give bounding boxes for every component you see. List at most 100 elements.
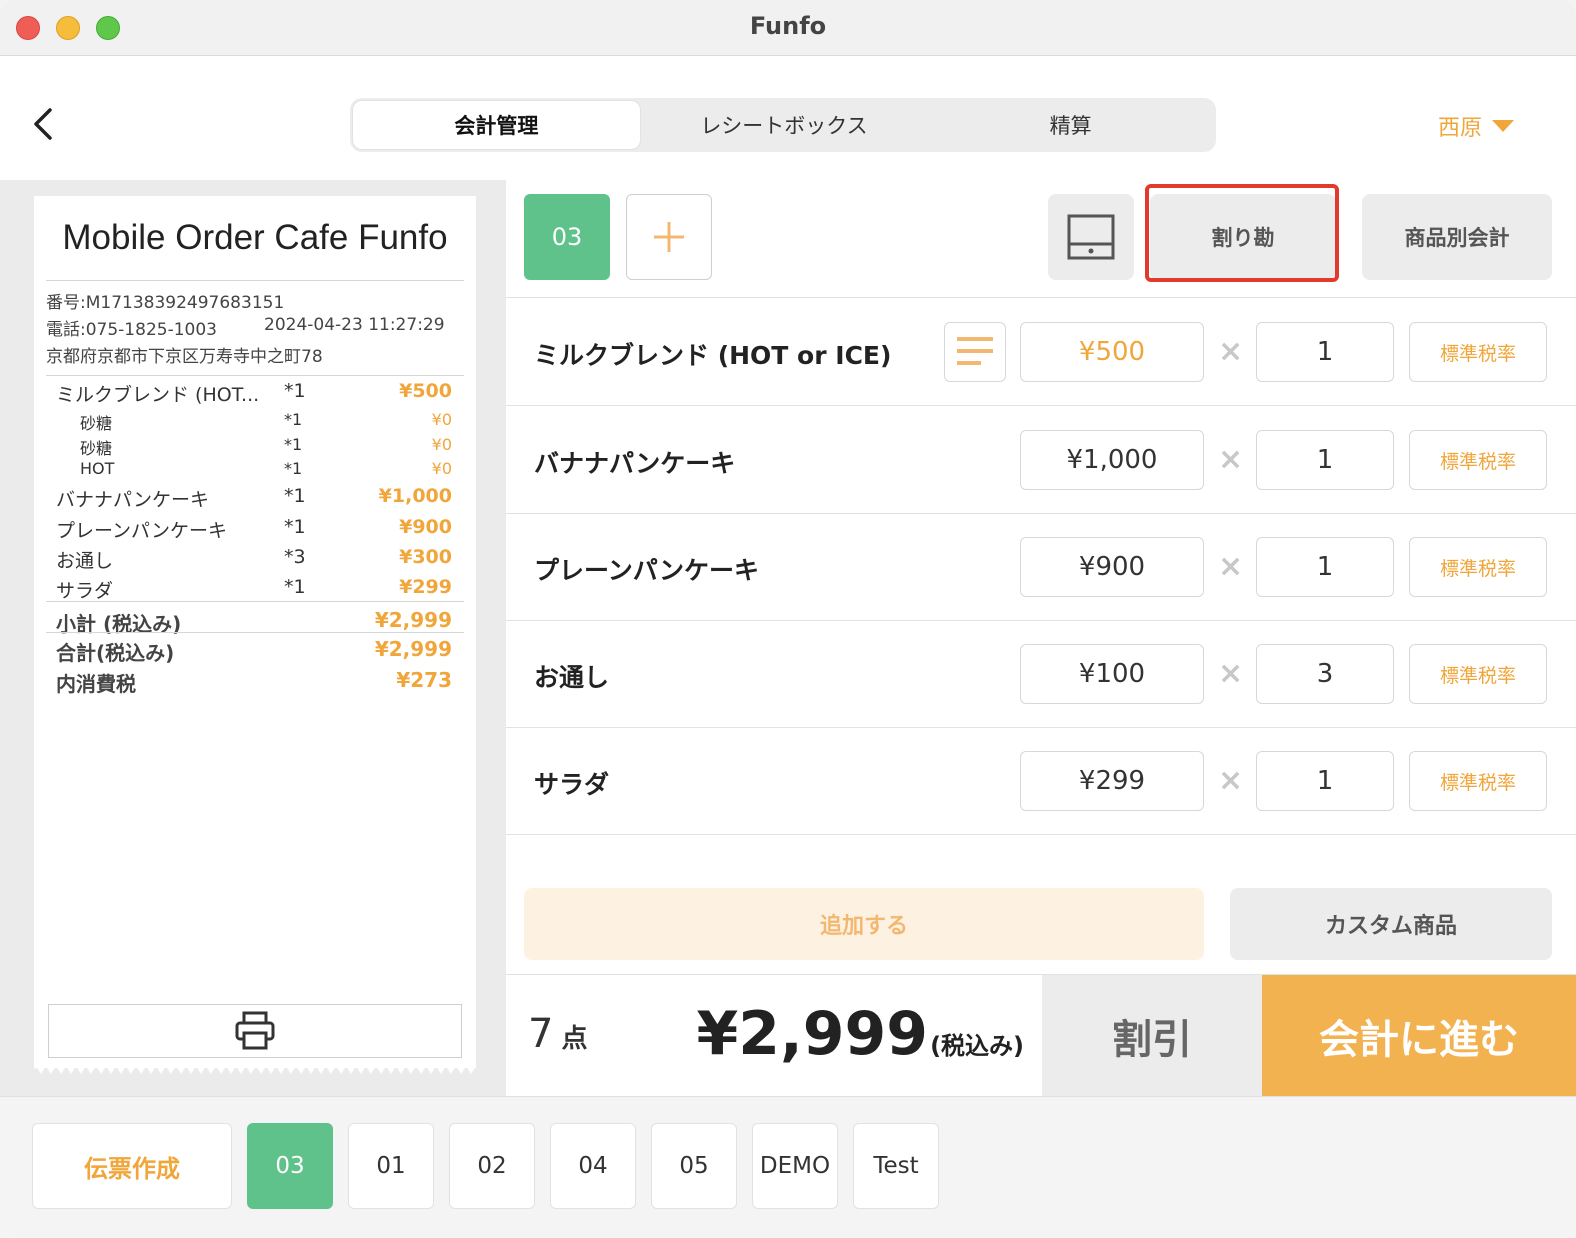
tab-receipt-box[interactable]: レシートボックス bbox=[641, 100, 928, 150]
multiply-icon: × bbox=[1218, 656, 1244, 691]
chevron-left-icon bbox=[34, 108, 52, 140]
receipt-item-name: 砂糖 bbox=[80, 439, 113, 458]
receipt-item: プレーンパンケーキ *1 ¥900 bbox=[56, 516, 452, 544]
tax-value: ¥273 bbox=[396, 668, 452, 692]
receipt-subitem: HOT *1 ¥0 bbox=[56, 459, 452, 487]
highlight-box bbox=[1145, 184, 1339, 282]
checkout-button[interactable]: 会計に進む bbox=[1262, 975, 1576, 1097]
tax-rate-button[interactable]: 標準税率 bbox=[1409, 322, 1547, 382]
memo-button[interactable] bbox=[944, 322, 1006, 382]
item-count-unit: 点 bbox=[561, 1024, 588, 1054]
receipt-item-price: ¥300 bbox=[399, 546, 452, 568]
back-button[interactable] bbox=[28, 104, 58, 144]
quantity-field[interactable]: 1 bbox=[1256, 751, 1394, 811]
tax-rate-button[interactable]: 標準税率 bbox=[1409, 430, 1547, 490]
multiply-icon: × bbox=[1218, 442, 1244, 477]
receipt-number: 番号:M17138392497683151 bbox=[46, 293, 285, 313]
add-tab-button[interactable] bbox=[626, 194, 712, 280]
quantity-field[interactable]: 1 bbox=[1256, 537, 1394, 597]
slip-tab-04[interactable]: 04 bbox=[550, 1123, 636, 1209]
quantity-field[interactable]: 1 bbox=[1256, 322, 1394, 382]
receipt-item-price: ¥1,000 bbox=[378, 485, 452, 507]
receipt-item-name: 砂糖 bbox=[80, 414, 113, 433]
new-slip-button[interactable]: 伝票作成 bbox=[32, 1123, 232, 1209]
receipt-subitem: 砂糖 *1 ¥0 bbox=[56, 410, 452, 438]
slip-tabs-bar: 伝票作成 03 01 02 04 05 DEMO Test bbox=[0, 1096, 1576, 1238]
checkout-bar: 7点 ¥2,999(税込み) 割引 会計に進む bbox=[506, 974, 1576, 1097]
price-field[interactable]: ¥900 bbox=[1020, 537, 1204, 597]
header: 会計管理 レシートボックス 精算 西原 bbox=[0, 56, 1576, 180]
receipt-item-price: ¥299 bbox=[399, 576, 452, 598]
order-tab-active[interactable]: 03 bbox=[524, 194, 610, 280]
tax-rate-button[interactable]: 標準税率 bbox=[1409, 537, 1547, 597]
receipt-item-qty: *1 bbox=[284, 435, 303, 454]
user-menu[interactable]: 西原 bbox=[1438, 110, 1515, 142]
slip-tab-demo[interactable]: DEMO bbox=[752, 1123, 838, 1209]
receipt-item-price: ¥0 bbox=[431, 410, 452, 429]
tax-included-label: (税込み) bbox=[930, 1032, 1024, 1060]
tax-row: 内消費税 ¥273 bbox=[56, 668, 452, 697]
receipt-address: 京都府京都市下京区万寿寺中之町78 bbox=[46, 347, 323, 367]
price-field[interactable]: ¥299 bbox=[1020, 751, 1204, 811]
receipt-item-name: プレーンパンケーキ bbox=[56, 520, 228, 542]
product-name: サラダ bbox=[534, 770, 610, 799]
receipt-item-name: サラダ bbox=[56, 580, 114, 602]
tax-rate-button[interactable]: 標準税率 bbox=[1409, 751, 1547, 811]
receipt-item-name: ミルクブレンド (HOT... bbox=[56, 384, 260, 406]
receipt-edge bbox=[34, 1062, 476, 1074]
pay-by-item-button[interactable]: 商品別会計 bbox=[1362, 194, 1552, 280]
receipt-item-price: ¥0 bbox=[431, 459, 452, 478]
receipt-item: ミルクブレンド (HOT... *1 ¥500 bbox=[56, 380, 452, 408]
tax-label: 内消費税 bbox=[56, 672, 136, 696]
order-total: ¥2,999(税込み) bbox=[697, 999, 1024, 1069]
receipt-item-qty: *1 bbox=[284, 516, 306, 538]
tab-accounting[interactable]: 会計管理 bbox=[352, 100, 641, 150]
tax-rate-button[interactable]: 標準税率 bbox=[1409, 644, 1547, 704]
shop-name: Mobile Order Cafe Funfo bbox=[62, 218, 448, 257]
quantity-field[interactable]: 1 bbox=[1256, 430, 1394, 490]
receipt-item: サラダ *1 ¥299 bbox=[56, 576, 452, 604]
price-field[interactable]: ¥500 bbox=[1020, 322, 1204, 382]
multiply-icon: × bbox=[1218, 549, 1244, 584]
slip-tab-05[interactable]: 05 bbox=[651, 1123, 737, 1209]
order-panel: 03 割り勘 商品別会計 ミルクブレンド (HOT or ICE) ¥500 ×… bbox=[506, 180, 1576, 1097]
slip-tab-01[interactable]: 01 bbox=[348, 1123, 434, 1209]
receipt-item-qty: *1 bbox=[284, 459, 303, 478]
receipt-phone: 電話:075-1825-1003 bbox=[46, 320, 217, 340]
receipt-item-price: ¥500 bbox=[399, 380, 452, 402]
custom-item-button[interactable]: カスタム商品 bbox=[1230, 888, 1552, 960]
order-line: ミルクブレンド (HOT or ICE) ¥500 × 1 標準税率 bbox=[506, 298, 1576, 406]
order-line: プレーンパンケーキ ¥900 × 1 標準税率 bbox=[506, 513, 1576, 621]
quantity-field[interactable]: 3 bbox=[1256, 644, 1394, 704]
receipt-item-qty: *1 bbox=[284, 410, 303, 429]
total-row: 合計(税込み) ¥2,999 bbox=[56, 637, 452, 666]
receipt-item-name: HOT bbox=[80, 459, 115, 478]
discount-button[interactable]: 割引 bbox=[1042, 975, 1262, 1097]
tab-settlement[interactable]: 精算 bbox=[927, 100, 1214, 150]
product-name: バナナパンケーキ bbox=[534, 449, 736, 478]
subtotal-value: ¥2,999 bbox=[374, 608, 452, 632]
receipt-item-qty: *1 bbox=[284, 485, 306, 507]
receipt-item: バナナパンケーキ *1 ¥1,000 bbox=[56, 485, 452, 513]
printer-icon bbox=[235, 1011, 275, 1050]
multiply-icon: × bbox=[1218, 763, 1244, 798]
multiply-icon: × bbox=[1218, 334, 1244, 369]
slip-tab-test[interactable]: Test bbox=[853, 1123, 939, 1209]
add-item-button[interactable]: 追加する bbox=[524, 888, 1204, 960]
divider bbox=[46, 601, 464, 602]
price-field[interactable]: ¥100 bbox=[1020, 644, 1204, 704]
cash-drawer-button[interactable] bbox=[1048, 194, 1134, 280]
product-name: ミルクブレンド (HOT or ICE) bbox=[534, 341, 892, 370]
print-button[interactable] bbox=[48, 1004, 462, 1058]
slip-tab-03[interactable]: 03 bbox=[247, 1123, 333, 1209]
caret-down-icon bbox=[1492, 120, 1515, 132]
receipt-item-price: ¥900 bbox=[399, 516, 452, 538]
order-line: バナナパンケーキ ¥1,000 × 1 標準税率 bbox=[506, 406, 1576, 514]
title-bar: Funfo bbox=[0, 0, 1576, 56]
order-line: お通し ¥100 × 3 標準税率 bbox=[506, 620, 1576, 728]
receipt-item-name: バナナパンケーキ bbox=[56, 489, 209, 511]
receipt-preview: Mobile Order Cafe Funfo 番号:M171383924976… bbox=[34, 196, 476, 1068]
slip-tab-02[interactable]: 02 bbox=[449, 1123, 535, 1209]
item-count: 7点 bbox=[528, 1011, 587, 1057]
price-field[interactable]: ¥1,000 bbox=[1020, 430, 1204, 490]
